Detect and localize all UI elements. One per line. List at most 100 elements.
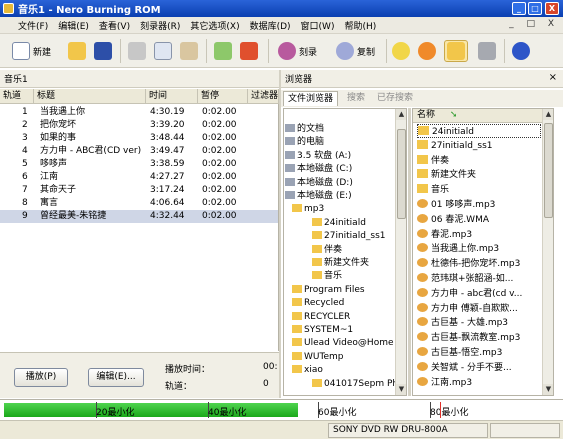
play-button[interactable]: 播放(P) xyxy=(14,368,68,387)
tree-node[interactable]: SYSTEM~1 xyxy=(292,324,353,336)
browser-splitter[interactable] xyxy=(408,108,411,396)
tree-node[interactable]: 24initiald xyxy=(312,217,366,229)
track-row[interactable]: 9 曾经最美-朱铭捷 4:32.44 0:02.00 xyxy=(0,210,278,223)
file-item[interactable]: 关智斌 - 分手不要... xyxy=(417,361,541,375)
scroll-up-icon[interactable]: ▲ xyxy=(543,109,553,120)
scroll-thumb[interactable] xyxy=(544,123,553,218)
file-item[interactable]: 古巨基 - 大雄.mp3 xyxy=(417,316,541,330)
track-row[interactable]: 4 方力申 - ABC君(CD ver) 3:49.47 0:02.00 xyxy=(0,145,278,158)
file-item[interactable]: 江南.mp3 xyxy=(417,376,541,390)
column-title[interactable]: 标题 xyxy=(34,89,146,104)
tree-node[interactable]: 的文档 xyxy=(285,123,324,135)
tree-node[interactable]: 本地磁盘 (D:) xyxy=(285,177,353,189)
new-button[interactable]: 新建 xyxy=(12,40,51,62)
file-item[interactable]: 06 春泥.WMA xyxy=(417,213,541,227)
column-filter[interactable]: 过滤器 xyxy=(248,89,279,104)
scroll-thumb[interactable] xyxy=(397,129,406,219)
properties-button[interactable] xyxy=(214,40,235,62)
mdi-controls[interactable]: _ □ X xyxy=(509,19,559,29)
copy-clipboard-button[interactable] xyxy=(154,40,175,62)
menu-help[interactable]: 帮助(H) xyxy=(344,19,376,32)
tree-node[interactable]: 本地磁盘 (C:) xyxy=(285,163,352,175)
tree-node[interactable]: 的电脑 xyxy=(285,136,324,148)
tree-node[interactable]: RECYCLER xyxy=(292,311,350,323)
track-row[interactable]: 6 江南 4:27.27 0:02.00 xyxy=(0,171,278,184)
file-item[interactable]: 01 哆哆声.mp3 xyxy=(417,198,541,212)
tree-node[interactable]: 本地磁盘 (E:) xyxy=(285,190,352,202)
menu-edit[interactable]: 编辑(E) xyxy=(58,19,89,32)
tree-node[interactable]: 伴奏 xyxy=(312,244,342,256)
column-time[interactable]: 时间 xyxy=(146,89,198,104)
burn-button[interactable]: 刻录 xyxy=(278,40,317,62)
file-item[interactable]: 音乐 xyxy=(417,183,541,197)
menu-file[interactable]: 文件(F) xyxy=(18,19,48,32)
tree-node[interactable]: xiao xyxy=(292,364,323,376)
tree-node[interactable]: 041017Sepm Ph... xyxy=(312,378,406,390)
erase-button[interactable] xyxy=(240,40,261,62)
minimize-button[interactable]: _ xyxy=(512,2,526,15)
tab-file-browser[interactable]: 文件浏览器 xyxy=(283,91,339,106)
file-item[interactable]: 杜德伟-把你宠坏.mp3 xyxy=(417,257,541,271)
tree-scrollbar[interactable]: ▲ ▼ xyxy=(395,109,406,395)
file-list-scrollbar[interactable]: ▲ ▼ xyxy=(542,109,553,395)
track-row[interactable]: 1 当我遇上你 4:30.19 0:02.00 xyxy=(0,106,278,119)
file-item[interactable]: 古巨基-飘流教室.mp3 xyxy=(417,331,541,345)
pane-splitter[interactable] xyxy=(279,70,281,398)
track-row[interactable]: 8 寓言 4:06.64 0:02.00 xyxy=(0,197,278,210)
tab-search[interactable]: 搜索 xyxy=(343,91,369,106)
tree-node[interactable]: 3.5 软盘 (A:) xyxy=(285,150,351,162)
track-table[interactable]: 轨道 标题 时间 暂停 过滤器 1 当我遇上你 4:30.19 0:02.00 2 把你宠… xyxy=(0,89,279,351)
file-list[interactable]: 名称 ➘ 24initiald 27initiald_ss1 伴奏 新建文件夹 音乐 01… xyxy=(412,108,554,396)
file-item[interactable]: 春泥.mp3 xyxy=(417,228,541,242)
track-row[interactable]: 5 哆哆声 3:38.59 0:02.00 xyxy=(0,158,278,171)
track-row[interactable]: 7 其命天子 3:17.24 0:02.00 xyxy=(0,184,278,197)
file-item[interactable]: 伴奏 xyxy=(417,154,541,168)
close-button[interactable]: X xyxy=(545,2,559,15)
file-item[interactable]: 24initiald xyxy=(417,124,541,138)
menu-view[interactable]: 查看(V) xyxy=(99,19,130,32)
recorder-button[interactable] xyxy=(478,40,499,62)
disc-info-button[interactable] xyxy=(392,40,413,62)
menu-window[interactable]: 窗口(W) xyxy=(301,19,335,32)
menu-recorder[interactable]: 刻录器(R) xyxy=(140,19,180,32)
column-pause[interactable]: 暂停 xyxy=(198,89,248,104)
open-button[interactable] xyxy=(68,40,89,62)
folder-icon xyxy=(285,124,295,132)
browser-toggle-button[interactable] xyxy=(444,40,468,62)
file-item[interactable]: 27initiald_ss1 xyxy=(417,139,541,153)
paste-button[interactable] xyxy=(180,40,201,62)
tree-node[interactable]: WUTemp xyxy=(292,351,343,363)
copy-disc-button[interactable]: 复制 xyxy=(336,40,375,62)
file-item[interactable]: 当我遇上你.mp3 xyxy=(417,242,541,256)
cut-button[interactable] xyxy=(128,40,149,62)
tree-node[interactable]: 音乐 xyxy=(312,270,342,282)
file-item[interactable]: 古巨基-悟空.mp3 xyxy=(417,346,541,360)
file-item[interactable]: 方力申 - abc君(cd v... xyxy=(417,287,541,301)
column-track[interactable]: 轨道 xyxy=(0,89,34,104)
folder-tree[interactable]: 的文档 的电脑 3.5 软盘 (A:) 本地磁盘 (C:) 本地磁盘 (D:) 本地磁盘 … xyxy=(283,108,407,396)
track-row[interactable]: 2 把你宠坏 3:39.20 0:02.00 xyxy=(0,119,278,132)
save-button[interactable] xyxy=(94,40,115,62)
file-item[interactable]: 新建文件夹 xyxy=(417,168,541,182)
tree-node[interactable]: 新建文件夹 xyxy=(312,257,369,269)
track-row[interactable]: 3 如果的事 3:48.44 0:02.00 xyxy=(0,132,278,145)
file-item[interactable]: 方力申 傅颖-自欺欺... xyxy=(417,302,541,316)
maximize-button[interactable]: □ xyxy=(528,2,542,15)
eject-button[interactable] xyxy=(418,40,439,62)
tab-saved-search[interactable]: 已存搜索 xyxy=(373,91,417,106)
edit-button[interactable]: 编辑(E)... xyxy=(88,368,144,387)
browser-close-icon[interactable]: × xyxy=(549,72,557,83)
scroll-up-icon[interactable]: ▲ xyxy=(396,109,406,120)
tree-node[interactable]: Recycled xyxy=(292,297,344,309)
scroll-down-icon[interactable]: ▼ xyxy=(396,384,406,395)
tree-node[interactable]: Program Files xyxy=(292,284,365,296)
help-button[interactable] xyxy=(512,40,533,62)
tree-node[interactable]: mp3 xyxy=(292,203,324,215)
tree-node[interactable]: Ulead Video@Home xyxy=(292,337,394,349)
file-item[interactable]: 范玮琪+张韶涵-如... xyxy=(417,272,541,286)
scroll-down-icon[interactable]: ▼ xyxy=(543,384,553,395)
menu-database[interactable]: 数据库(D) xyxy=(250,19,291,32)
column-name[interactable]: 名称 ➘ xyxy=(413,109,543,123)
tree-node[interactable]: 27initiald_ss1 xyxy=(312,230,386,242)
menu-extras[interactable]: 其它选项(X) xyxy=(190,19,239,32)
